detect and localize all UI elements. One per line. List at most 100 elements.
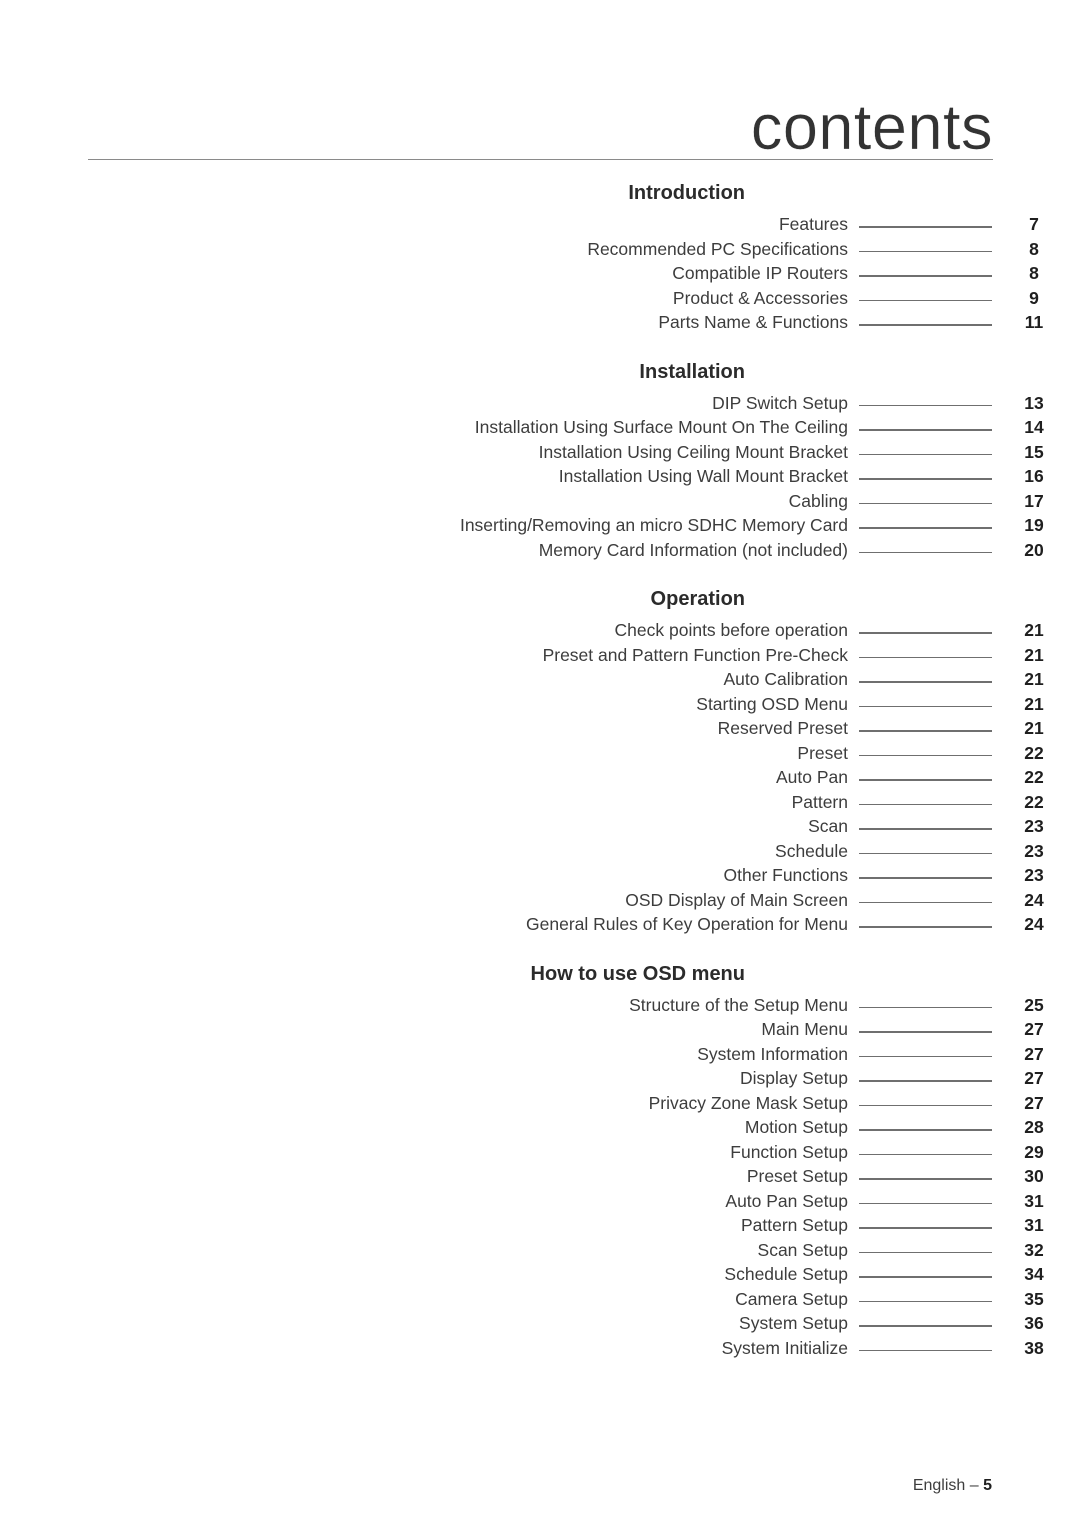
toc-leader-line bbox=[859, 319, 992, 326]
toc-entry[interactable]: Pattern 22 bbox=[0, 790, 1080, 815]
toc-entry-page-number: 14 bbox=[1024, 417, 1044, 438]
toc-leader-line bbox=[859, 1173, 992, 1180]
toc-entry-title: System Initialize bbox=[721, 1337, 848, 1358]
toc-leader-line bbox=[859, 1271, 992, 1278]
toc-leader-line bbox=[859, 270, 992, 277]
toc-entry-page-number: 17 bbox=[1024, 490, 1044, 511]
toc-entry[interactable]: System Information 27 bbox=[0, 1042, 1080, 1067]
toc-leader-line bbox=[859, 725, 992, 732]
toc-entry[interactable]: Privacy Zone Mask Setup 27 bbox=[0, 1091, 1080, 1116]
toc-entry[interactable]: Inserting/Removing an micro SDHC Memory … bbox=[0, 513, 1080, 538]
toc-entry[interactable]: Schedule Setup 34 bbox=[0, 1262, 1080, 1287]
toc-entry[interactable]: Structure of the Setup Menu 25 bbox=[0, 993, 1080, 1018]
toc-entry-page-number: 24 bbox=[1024, 914, 1044, 935]
toc-entry[interactable]: General Rules of Key Operation for Menu 2… bbox=[0, 912, 1080, 937]
toc-entry[interactable]: DIP Switch Setup 13 bbox=[0, 391, 1080, 416]
toc-leader-line bbox=[859, 749, 992, 757]
toc-entry-title: Function Setup bbox=[730, 1141, 848, 1162]
toc-entry[interactable]: Motion Setup 28 bbox=[0, 1115, 1080, 1140]
toc-leader-line bbox=[859, 1050, 992, 1058]
toc-entry-title: Inserting/Removing an micro SDHC Memory … bbox=[459, 515, 848, 536]
toc-entry-page-number: 31 bbox=[1024, 1190, 1044, 1211]
toc-entry-page-number: 22 bbox=[1024, 767, 1044, 788]
toc-entry[interactable]: Compatible IP Routers 8 bbox=[0, 261, 1080, 286]
toc-entry-title: DIP Switch Setup bbox=[712, 392, 848, 413]
toc-entry-title: Camera Setup bbox=[735, 1288, 848, 1309]
toc-entry-title: Schedule bbox=[775, 840, 848, 861]
toc-entry-title: Preset and Pattern Function Pre-Check bbox=[542, 644, 848, 665]
toc-entry-page-number: 31 bbox=[1024, 1215, 1044, 1236]
toc-entry[interactable]: Installation Using Wall Mount Bracket 16 bbox=[0, 464, 1080, 489]
toc-entry[interactable]: Product & Accessories 9 bbox=[0, 286, 1080, 311]
toc-entry[interactable]: Scan Setup 32 bbox=[0, 1238, 1080, 1263]
toc-entry[interactable]: System Initialize 38 bbox=[0, 1336, 1080, 1361]
toc-entry-title: Product & Accessories bbox=[672, 287, 848, 308]
toc-entry[interactable]: Installation Using Surface Mount On The … bbox=[0, 415, 1080, 440]
toc-entry[interactable]: Starting OSD Menu 21 bbox=[0, 692, 1080, 717]
toc-entry-title: Recommended PC Specifications bbox=[587, 238, 848, 259]
toc-entry[interactable]: Parts Name & Functions 11 bbox=[0, 310, 1080, 335]
toc-entry[interactable]: Features 7 bbox=[0, 212, 1080, 237]
table-of-contents: Introduction Features 7 Recommended PC Spec… bbox=[0, 178, 1080, 1360]
toc-entry[interactable]: Preset 22 bbox=[0, 741, 1080, 766]
toc-entry-title: Structure of the Setup Menu bbox=[629, 994, 848, 1015]
toc-entry-page-number: 21 bbox=[1024, 620, 1044, 641]
toc-entry[interactable]: Auto Pan 22 bbox=[0, 765, 1080, 790]
toc-section-heading: Operation bbox=[650, 588, 745, 610]
toc-entry[interactable]: Pattern Setup 31 bbox=[0, 1213, 1080, 1238]
toc-entry[interactable]: Scan 23 bbox=[0, 814, 1080, 839]
toc-entry-page-number: 27 bbox=[1024, 1092, 1044, 1113]
toc-entry[interactable]: Main Menu 27 bbox=[0, 1017, 1080, 1042]
toc-entry[interactable]: Schedule 23 bbox=[0, 839, 1080, 864]
toc-entry[interactable]: Preset and Pattern Function Pre-Check 21 bbox=[0, 643, 1080, 668]
toc-entry-page-number: 15 bbox=[1024, 441, 1044, 462]
toc-entry-title: Preset bbox=[797, 742, 848, 763]
toc-leader-line bbox=[859, 872, 992, 879]
toc-entry-page-number: 20 bbox=[1024, 539, 1044, 560]
toc-entry-title: Schedule Setup bbox=[724, 1264, 848, 1285]
toc-entry-page-number: 7 bbox=[1029, 214, 1039, 235]
toc-entry-page-number: 28 bbox=[1024, 1117, 1044, 1138]
toc-entry[interactable]: Check points before operation 21 bbox=[0, 618, 1080, 643]
toc-entry-page-number: 13 bbox=[1024, 392, 1044, 413]
toc-leader-line bbox=[859, 651, 992, 659]
toc-entry[interactable]: Preset Setup 30 bbox=[0, 1164, 1080, 1189]
toc-entry[interactable]: Other Functions 23 bbox=[0, 863, 1080, 888]
toc-entry[interactable]: Reserved Preset 21 bbox=[0, 716, 1080, 741]
toc-leader-line bbox=[859, 1246, 992, 1254]
toc-entry[interactable]: Auto Calibration 21 bbox=[0, 667, 1080, 692]
toc-entry-page-number: 8 bbox=[1029, 238, 1039, 259]
toc-entry[interactable]: Cabling 17 bbox=[0, 489, 1080, 514]
toc-entry[interactable]: Function Setup 29 bbox=[0, 1140, 1080, 1165]
toc-leader-line bbox=[859, 1148, 992, 1156]
toc-leader-line bbox=[859, 1320, 992, 1327]
toc-entry-title: Installation Using Wall Mount Bracket bbox=[558, 466, 848, 487]
toc-entry[interactable]: Display Setup 27 bbox=[0, 1066, 1080, 1091]
toc-entry-page-number: 27 bbox=[1024, 1068, 1044, 1089]
toc-entry[interactable]: Auto Pan Setup 31 bbox=[0, 1189, 1080, 1214]
toc-entry-page-number: 38 bbox=[1024, 1337, 1044, 1358]
toc-entry-page-number: 21 bbox=[1024, 693, 1044, 714]
toc-entry-page-number: 32 bbox=[1024, 1239, 1044, 1260]
toc-entry[interactable]: Recommended PC Specifications 8 bbox=[0, 237, 1080, 262]
toc-section: Installation DIP Switch Setup 13 Installati… bbox=[0, 357, 1080, 563]
toc-leader-line bbox=[859, 823, 992, 830]
toc-entry-title: General Rules of Key Operation for Menu bbox=[526, 914, 848, 935]
toc-entry-title: Auto Calibration bbox=[723, 669, 848, 690]
toc-entry[interactable]: OSD Display of Main Screen 24 bbox=[0, 888, 1080, 913]
toc-leader-line bbox=[859, 1026, 992, 1033]
toc-entry-title: Display Setup bbox=[740, 1068, 848, 1089]
toc-entry-title: Installation Using Surface Mount On The … bbox=[474, 417, 848, 438]
toc-entry-page-number: 23 bbox=[1024, 816, 1044, 837]
toc-entry[interactable]: Camera Setup 35 bbox=[0, 1287, 1080, 1312]
toc-entry-title: Installation Using Ceiling Mount Bracket bbox=[538, 441, 848, 462]
toc-entry-title: Cabling bbox=[788, 490, 848, 511]
toc-entry[interactable]: Installation Using Ceiling Mount Bracket… bbox=[0, 440, 1080, 465]
toc-entry-page-number: 23 bbox=[1024, 840, 1044, 861]
toc-leader-line bbox=[859, 245, 992, 253]
toc-entry-title: Reserved Preset bbox=[717, 718, 848, 739]
toc-leader-line bbox=[859, 1001, 992, 1009]
toc-entry[interactable]: System Setup 36 bbox=[0, 1311, 1080, 1336]
toc-entry[interactable]: Memory Card Information (not included) 20 bbox=[0, 538, 1080, 563]
toc-entry-title: Other Functions bbox=[723, 865, 849, 886]
